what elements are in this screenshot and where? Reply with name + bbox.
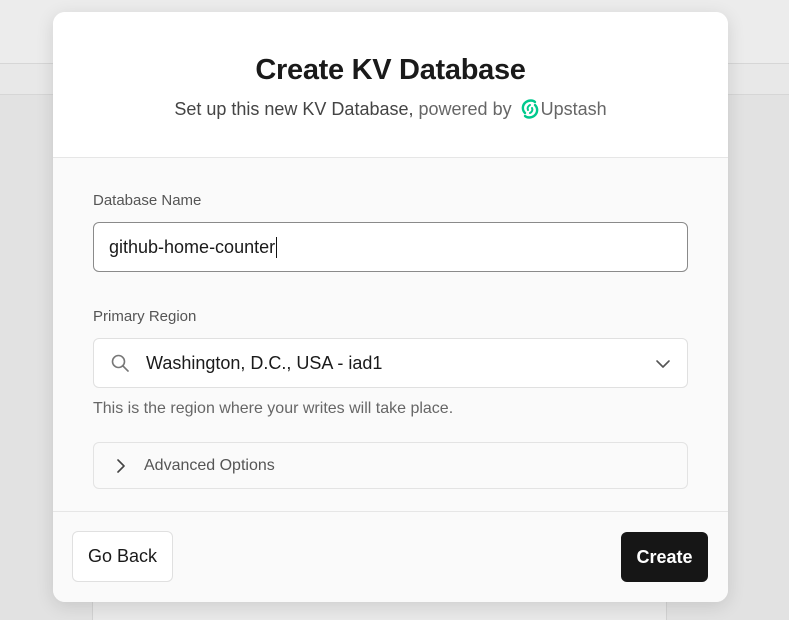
dialog-title: Create KV Database [255, 54, 526, 86]
powered-by-text: powered by [418, 99, 512, 119]
search-icon [111, 354, 129, 372]
database-name-input[interactable]: github-home-counter [93, 222, 688, 272]
advanced-options-toggle[interactable]: Advanced Options [93, 442, 688, 489]
advanced-options-label: Advanced Options [144, 456, 275, 474]
dialog-subtitle: Set up this new KV Database, powered by … [53, 99, 728, 120]
database-name-label: Database Name [93, 192, 202, 209]
primary-region-label: Primary Region [93, 308, 197, 325]
provider-name: Upstash [540, 99, 607, 119]
primary-region-select[interactable]: Washington, D.C., USA - iad1 [93, 338, 688, 388]
upstash-logo-icon [521, 99, 538, 119]
text-caret [276, 236, 278, 258]
primary-region-value: Washington, D.C., USA - iad1 [146, 352, 383, 373]
database-name-value: github-home-counter [109, 236, 276, 257]
dialog-header: Create KV Database Set up this new KV Da… [53, 12, 728, 158]
dialog-footer: Go Back Create [53, 511, 728, 602]
region-helper-text: This is the region where your writes wil… [93, 400, 454, 417]
subtitle-text: Set up this new KV Database, [174, 99, 414, 119]
go-back-button[interactable]: Go Back [72, 531, 173, 582]
create-button[interactable]: Create [621, 532, 708, 582]
dialog-body: Database Name github-home-counter Primar… [53, 158, 728, 512]
create-kv-database-dialog: Create KV Database Set up this new KV Da… [53, 12, 728, 602]
chevron-down-icon [656, 360, 670, 368]
chevron-right-icon [117, 458, 125, 473]
